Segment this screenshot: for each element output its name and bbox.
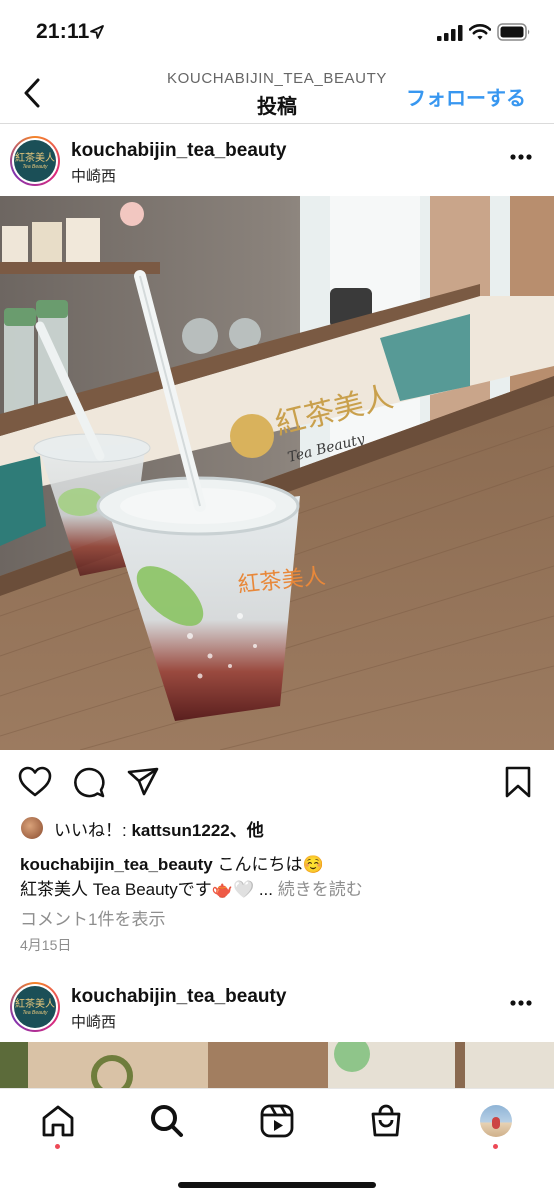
heart-icon[interactable] bbox=[18, 766, 52, 798]
likes-prefix: いいね！: bbox=[54, 820, 132, 840]
avatar[interactable]: 紅茶美人 Tea Beauty bbox=[10, 136, 60, 186]
post2-location[interactable]: 中崎西 bbox=[71, 1011, 116, 1032]
post2-username[interactable]: kouchabijin_tea_beauty bbox=[71, 986, 286, 1008]
post-location[interactable]: 中崎西 bbox=[71, 165, 116, 186]
location-arrow-icon bbox=[90, 25, 104, 39]
likes-row[interactable]: いいね！: kattsun1222、他 bbox=[20, 816, 264, 840]
avatar-brand-subtext: Tea Beauty bbox=[22, 1009, 48, 1016]
bookmark-icon[interactable] bbox=[504, 766, 532, 798]
battery-icon bbox=[497, 23, 530, 41]
post-photo[interactable]: 紅茶美人 Tea Beauty 紅茶美人 bbox=[0, 196, 554, 750]
avatar-brand-text: 紅茶美人 bbox=[15, 152, 55, 164]
share-icon[interactable] bbox=[126, 766, 160, 798]
post-actions bbox=[0, 760, 554, 806]
home-icon[interactable] bbox=[40, 1103, 76, 1139]
post2-header: 紅茶美人 Tea Beauty kouchabijin_tea_beauty 中… bbox=[0, 970, 554, 1042]
likes-text: いいね！: kattsun1222、他 bbox=[54, 816, 264, 841]
reels-icon[interactable] bbox=[259, 1103, 295, 1139]
post-username[interactable]: kouchabijin_tea_beauty bbox=[71, 140, 286, 162]
more-dots-icon[interactable] bbox=[510, 154, 532, 160]
drink-photo-illustration: 紅茶美人 Tea Beauty 紅茶美人 bbox=[0, 196, 554, 750]
post2-photo-illustration bbox=[0, 1042, 554, 1090]
home-notification-dot bbox=[55, 1144, 60, 1149]
status-time: 21:11 bbox=[36, 20, 90, 43]
avatar-brand-text: 紅茶美人 bbox=[15, 998, 55, 1010]
post-date: 4月15日 bbox=[20, 937, 72, 953]
comment-icon[interactable] bbox=[72, 766, 106, 798]
shop-icon[interactable] bbox=[368, 1103, 404, 1139]
avatar[interactable]: 紅茶美人 Tea Beauty bbox=[10, 982, 60, 1032]
post2-photo[interactable] bbox=[0, 1042, 554, 1090]
status-bar: 21:11 bbox=[0, 0, 554, 64]
post-header: 紅茶美人 Tea Beauty kouchabijin_tea_beauty 中… bbox=[0, 124, 554, 196]
likes-user[interactable]: kattsun1222 bbox=[131, 821, 229, 840]
profile-notification-dot bbox=[493, 1144, 498, 1149]
profile-avatar-figure bbox=[492, 1117, 500, 1129]
search-icon[interactable] bbox=[149, 1103, 185, 1139]
likes-suffix: 、他 bbox=[229, 820, 264, 840]
signal-icon bbox=[437, 25, 463, 41]
nav-header: KOUCHABIJIN_TEA_BEAUTY 投稿 フォローする bbox=[0, 64, 554, 124]
home-indicator[interactable] bbox=[178, 1182, 376, 1188]
more-dots-icon[interactable] bbox=[510, 1000, 532, 1006]
follow-button[interactable]: フォローする bbox=[406, 82, 526, 111]
caption-username[interactable]: kouchabijin_tea_beauty bbox=[20, 855, 213, 874]
read-more-link[interactable]: 続きを読む bbox=[278, 880, 363, 899]
wifi-icon bbox=[469, 24, 491, 40]
liker-avatar bbox=[20, 816, 44, 840]
caption-line-1: kouchabijin_tea_beauty こんにちは☺️ bbox=[20, 850, 324, 875]
view-comments-link[interactable]: コメント1件を表示 bbox=[20, 905, 165, 930]
caption-text: こんにちは☺️ bbox=[212, 855, 324, 874]
profile-avatar[interactable] bbox=[480, 1105, 512, 1137]
caption-text-2: 紅茶美人 Tea Beautyです🫖🤍 ... bbox=[20, 880, 278, 899]
caption-line-2: 紅茶美人 Tea Beautyです🫖🤍 ... 続きを読む bbox=[20, 875, 363, 900]
avatar-brand-subtext: Tea Beauty bbox=[22, 163, 48, 170]
